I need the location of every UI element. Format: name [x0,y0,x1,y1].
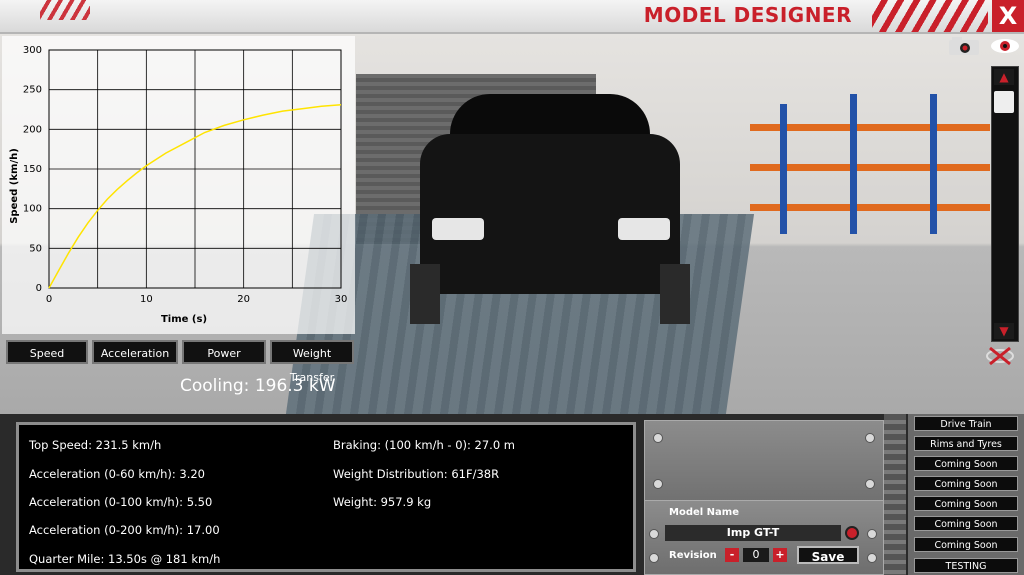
stat-weight-distribution: Weight Distribution: 61F/38R [333,467,500,481]
y-tick-label: 100 [23,204,42,215]
y-tick-label: 250 [23,85,42,96]
header-stripes-decoration [872,0,988,32]
model-name-field[interactable]: Imp GT-T [665,525,841,541]
menu-drive-train[interactable]: Drive Train [914,416,1018,431]
empty-metal-panel [644,420,884,502]
menu-coming-soon[interactable]: Coming Soon [914,476,1018,491]
y-tick-label: 0 [36,283,42,294]
storage-shelf-backdrop [750,94,990,234]
close-button[interactable]: X [992,0,1024,32]
header-bar: MODEL DESIGNER X [0,0,1024,34]
header-stripes-decoration [40,0,90,20]
model-name-label: Model Name [669,507,739,518]
hide-view-icon[interactable] [985,346,1015,366]
menu-testing[interactable]: TESTING [914,558,1018,573]
save-button[interactable]: Save [797,546,859,564]
side-menu: Drive Train Rims and Tyres Coming Soon C… [908,414,1024,575]
model-name-record-icon[interactable] [845,526,859,540]
stat-accel-0-100: Acceleration (0-100 km/h): 5.50 [29,495,213,509]
scroll-thumb[interactable] [994,91,1014,113]
revision-decrement-button[interactable]: - [725,548,739,562]
y-tick-label: 200 [23,124,42,135]
revision-value: 0 [743,548,769,562]
tab-acceleration[interactable]: Acceleration [92,340,178,364]
menu-coming-soon[interactable]: Coming Soon [914,456,1018,471]
stat-weight: Weight: 957.9 kg [333,495,432,509]
stat-braking: Braking: (100 km/h - 0): 27.0 m [333,438,516,452]
y-tick-label: 50 [29,243,42,254]
camera-icon[interactable] [948,36,980,56]
menu-coming-soon[interactable]: Coming Soon [914,496,1018,511]
x-tick-label: 10 [140,294,153,305]
eye-icon[interactable] [990,38,1020,54]
y-axis-label: Speed (km/h) [9,148,20,224]
chart-tab-bar: Speed Acceleration Power Weight Transfer [2,338,358,384]
speed-chart: 0 10 20 30050100150200250300 Time (s) Speed… [9,45,348,325]
scroll-down-icon[interactable]: ▼ [994,323,1014,339]
y-tick-label: 150 [23,164,42,175]
stats-panel: Top Speed: 231.5 km/h Acceleration (0-60… [16,422,636,572]
chain-decoration [884,414,906,575]
stat-top-speed: Top Speed: 231.5 km/h [29,438,162,452]
revision-label: Revision [669,550,717,561]
y-tick-label: 300 [23,45,42,56]
tab-weight-transfer[interactable]: Weight Transfer [270,340,354,384]
x-tick-label: 30 [335,294,348,305]
scroll-up-icon[interactable]: ▲ [994,69,1014,85]
model-panel: Model Name Imp GT-T Revision - 0 + Save [644,500,884,575]
x-axis-label: Time (s) [161,314,207,325]
menu-rims-and-tyres[interactable]: Rims and Tyres [914,436,1018,451]
menu-coming-soon[interactable]: Coming Soon [914,537,1018,552]
menu-coming-soon[interactable]: Coming Soon [914,516,1018,531]
tab-speed[interactable]: Speed [6,340,88,364]
page-title: MODEL DESIGNER [643,3,852,27]
stat-accel-0-200: Acceleration (0-200 km/h): 17.00 [29,523,220,537]
bottom-panel: Top Speed: 231.5 km/h Acceleration (0-60… [0,414,1024,575]
stat-accel-0-60: Acceleration (0-60 km/h): 3.20 [29,467,206,481]
cooling-readout: Cooling: 196.3 kW [180,376,336,396]
car-model-render[interactable] [410,94,690,334]
tab-power[interactable]: Power [182,340,266,364]
x-tick-label: 0 [46,294,52,305]
x-tick-label: 20 [237,294,250,305]
revision-increment-button[interactable]: + [773,548,787,562]
stat-quarter-mile: Quarter Mile: 13.50s @ 181 km/h [29,552,221,566]
camera-zoom-scrollbar[interactable]: ▲ ▼ [991,66,1019,342]
performance-chart-panel: 0 10 20 30 0 50 100 150 200 250 300 Time (s) Speed… [2,36,355,334]
